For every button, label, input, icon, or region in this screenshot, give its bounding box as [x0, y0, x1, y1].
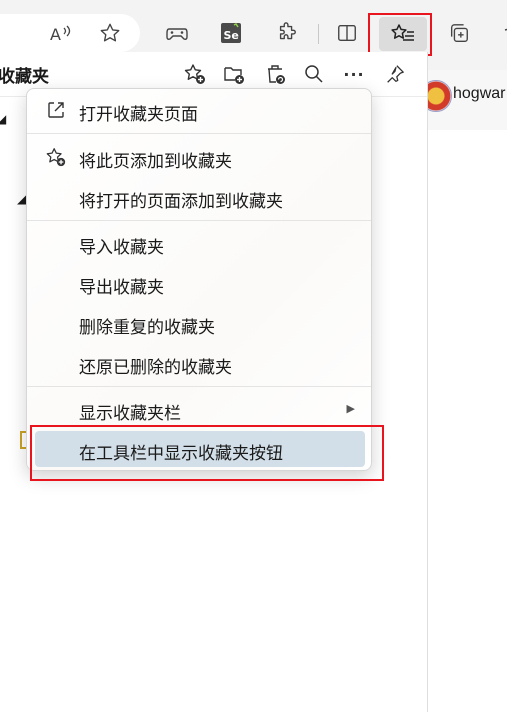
selenium-se-icon[interactable]: Se: [216, 18, 246, 48]
star-outline-icon[interactable]: [95, 18, 125, 48]
favorites-button-highlight: [368, 13, 432, 56]
menu-divider: [27, 386, 371, 387]
menu-item-label: 显示收藏夹栏: [79, 404, 181, 424]
menu-item-add-page-to-favorites[interactable]: 将此页添加到收藏夹: [35, 139, 365, 175]
menu-item-label: 导入收藏夹: [79, 238, 164, 258]
menu-item-show-favorites-bar[interactable]: 显示收藏夹栏 ▶: [35, 391, 365, 427]
menu-item-export-favorites[interactable]: 导出收藏夹: [35, 265, 365, 301]
menu-item-label: 还原已删除的收藏夹: [79, 358, 232, 378]
add-favorite-icon[interactable]: [182, 61, 208, 87]
menu-item-restore-deleted[interactable]: 还原已删除的收藏夹: [35, 345, 365, 381]
menu-item-label: 删除重复的收藏夹: [79, 318, 215, 338]
menu-item-remove-duplicates[interactable]: 删除重复的收藏夹: [35, 305, 365, 341]
read-aloud-icon[interactable]: A: [46, 18, 76, 48]
menu-item-open-favorites-page[interactable]: 打开收藏夹页面: [35, 92, 365, 128]
menu-item-add-open-pages[interactable]: 将打开的页面添加到收藏夹: [35, 179, 365, 215]
search-icon[interactable]: [301, 61, 327, 87]
toolbar-divider: [318, 24, 319, 44]
selenium-label: Se: [224, 29, 239, 42]
menu-item-label: 将此页添加到收藏夹: [79, 152, 232, 172]
split-screen-icon[interactable]: [332, 18, 362, 48]
favorites-more-menu: 打开收藏夹页面 将此页添加到收藏夹 将打开的页面添加到收藏夹 导入收藏夹 导出收…: [26, 88, 372, 471]
add-favorite-icon: [45, 146, 67, 168]
menu-item-highlight: [30, 425, 384, 481]
menu-item-import-favorites[interactable]: 导入收藏夹: [35, 225, 365, 261]
open-external-icon: [45, 99, 67, 121]
menu-divider: [27, 133, 371, 134]
restore-deleted-icon[interactable]: [262, 61, 288, 87]
collections-icon[interactable]: [444, 18, 474, 48]
gamepad-icon[interactable]: [162, 18, 192, 48]
puzzle-icon[interactable]: [272, 18, 302, 48]
tree-expand-caret[interactable]: ◢: [0, 112, 6, 126]
menu-item-label: 将打开的页面添加到收藏夹: [79, 192, 283, 212]
sync-icon-partial[interactable]: [493, 18, 507, 48]
more-icon[interactable]: ···: [341, 61, 367, 87]
menu-item-label: 导出收藏夹: [79, 278, 164, 298]
panel-title: 收藏夹: [0, 67, 49, 87]
pin-icon[interactable]: [382, 61, 408, 87]
svg-text:A: A: [50, 25, 61, 43]
menu-divider: [27, 220, 371, 221]
tree-expand-caret[interactable]: ◢: [17, 192, 26, 206]
submenu-arrow-icon: ▶: [346, 402, 355, 415]
profile-name[interactable]: hogwar: [453, 85, 505, 103]
add-folder-icon[interactable]: [221, 61, 247, 87]
menu-item-label: 打开收藏夹页面: [79, 105, 198, 125]
